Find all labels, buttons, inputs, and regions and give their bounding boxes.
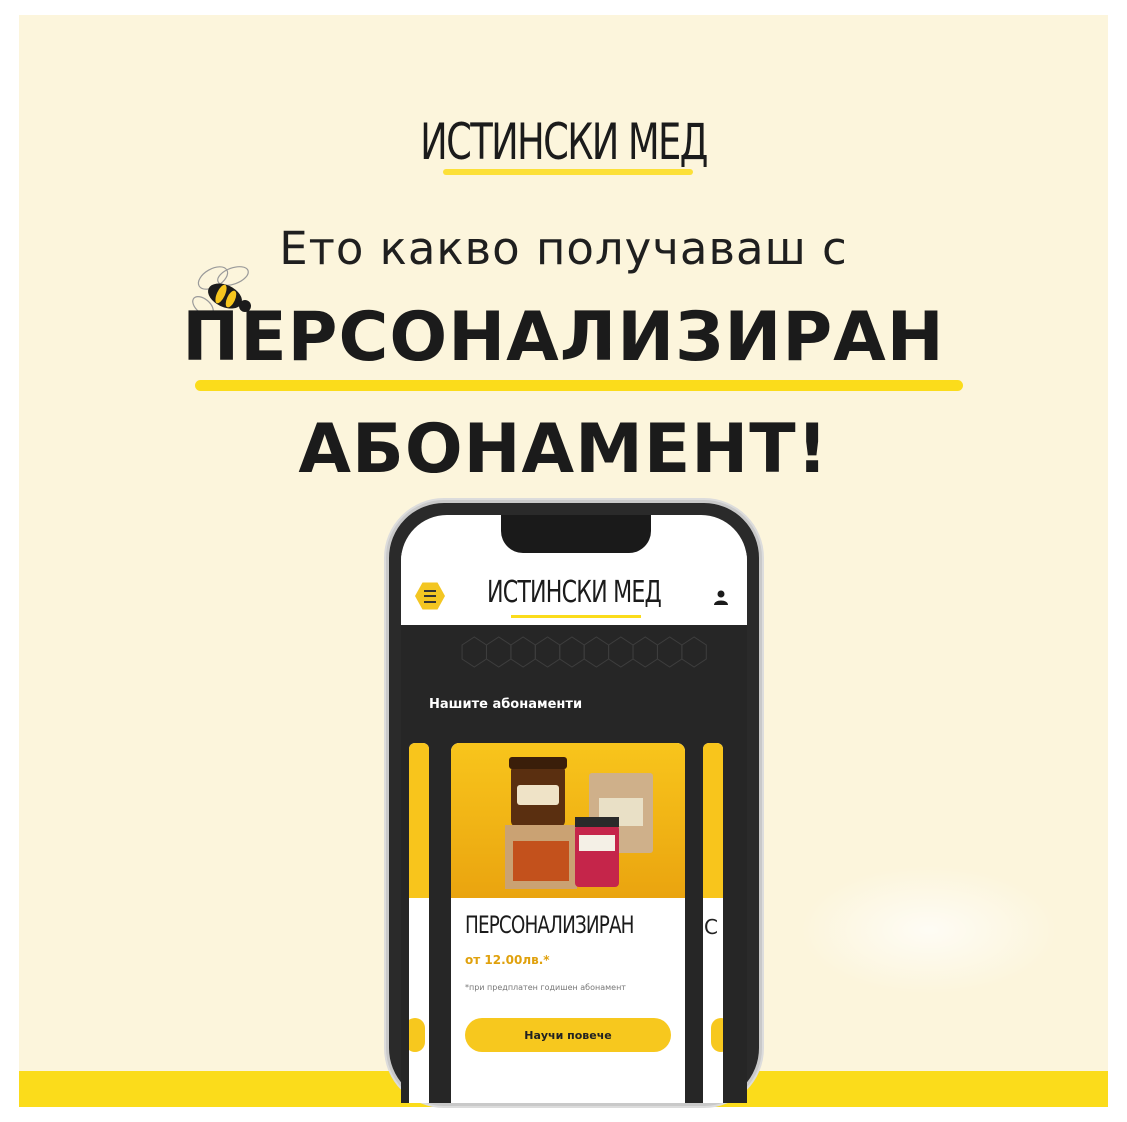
product-photo: [451, 743, 685, 898]
app-logo[interactable]: ИСТИНСКИ МЕД: [432, 575, 716, 610]
card-price: от 12.00лв.*: [465, 953, 550, 967]
headline-intro: Ето какво получаваш с: [279, 222, 848, 275]
background-glow: [799, 865, 1059, 995]
headline-line-2: АБОНАМЕНТ!: [298, 410, 829, 489]
learn-more-button[interactable]: Научи повече: [465, 1018, 671, 1052]
subscriptions-section: Нашите абонаменти ПЕРСОНАЛИЗИРАН от 12.0…: [401, 625, 747, 1103]
honeycomb-pattern: [461, 636, 707, 668]
section-title: Нашите абонаменти: [429, 697, 583, 712]
card-title: ПЕРСОНАЛИЗИРАН: [465, 911, 634, 939]
previous-card[interactable]: [409, 743, 429, 1103]
brand-logo: ИСТИНСКИ МЕД: [420, 113, 708, 171]
next-card-title: С: [704, 915, 718, 939]
card-note: *при предплатен годишен абонамент: [465, 983, 626, 992]
next-card[interactable]: С: [703, 743, 723, 1103]
phone-notch: [501, 515, 651, 553]
app-header: ИСТИНСКИ МЕД: [401, 553, 747, 625]
logo-underline: [443, 169, 693, 175]
headline-line-1: ПЕРСОНАЛИЗИРАН: [182, 298, 945, 377]
headline-divider: [195, 380, 963, 391]
phone-mockup: ИСТИНСКИ МЕД Нашите абонаменти ПЕРСОНАЛИ…: [386, 500, 762, 1106]
subscription-card[interactable]: ПЕРСОНАЛИЗИРАН от 12.00лв.* *при предпла…: [451, 743, 685, 1103]
user-icon[interactable]: [713, 589, 729, 605]
phone-screen: ИСТИНСКИ МЕД Нашите абонаменти ПЕРСОНАЛИ…: [401, 515, 747, 1103]
app-logo-underline: [511, 615, 641, 618]
